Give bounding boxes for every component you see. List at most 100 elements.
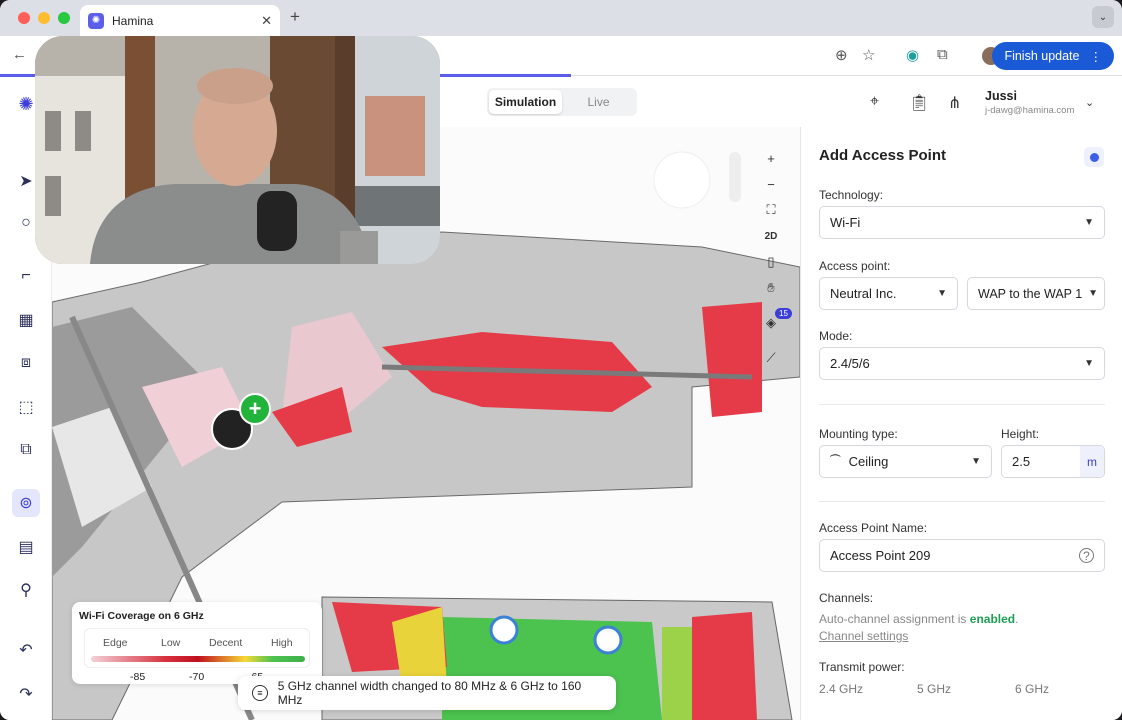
mode-select[interactable]: 2.4/5/6 ▼ bbox=[819, 347, 1105, 380]
panel-title: Add Access Point bbox=[819, 147, 946, 164]
tab-title: Hamina bbox=[112, 13, 154, 28]
add-access-point-panel: Add Access Point Technology: Wi-Fi ▼ Acce… bbox=[800, 127, 1122, 720]
webcam-presenter-image bbox=[35, 36, 440, 264]
vendor-select[interactable]: Neutral Inc. ▼ bbox=[819, 277, 958, 310]
legend-value-85: -85 bbox=[130, 671, 146, 683]
wall-tool-icon[interactable]: ⌐ bbox=[12, 262, 40, 290]
chevron-down-icon: ▼ bbox=[1088, 288, 1098, 299]
technology-label: Technology: bbox=[819, 188, 884, 202]
height-value: 2.5 bbox=[1012, 454, 1031, 469]
browser-window: ✺ Hamina ✕ + ⌄ ← ⊕ ☆ ◉ ⧉ Finish update ⋮… bbox=[0, 0, 1122, 720]
chevron-down-icon: ▼ bbox=[937, 288, 947, 299]
band-6: 6 GHz bbox=[1015, 682, 1050, 696]
auto-channel-status: Auto-channel assignment is enabled. bbox=[819, 612, 1018, 626]
fit-view-icon[interactable]: ⛶ bbox=[760, 199, 782, 221]
close-window-button[interactable] bbox=[18, 12, 30, 24]
extension-icon[interactable]: ◉ bbox=[906, 46, 919, 64]
share-icon[interactable]: ⋔ bbox=[948, 93, 961, 113]
paint-tool-icon[interactable]: ⌖ bbox=[870, 93, 879, 111]
auto-channel-text: Auto-channel assignment is bbox=[819, 612, 967, 626]
model-value: WAP to the WAP 1 bbox=[978, 286, 1083, 301]
survey-walk-icon[interactable]: ⚲ bbox=[12, 576, 40, 604]
clipboard-icon[interactable]: 📋︎ bbox=[909, 93, 929, 113]
divider bbox=[819, 404, 1105, 405]
view-mode-toggle[interactable]: 2D bbox=[760, 225, 782, 247]
chevron-down-icon: ▼ bbox=[971, 456, 981, 467]
region-select-icon[interactable]: ⬚ bbox=[12, 393, 40, 421]
height-input[interactable]: 2.5 m bbox=[1001, 445, 1105, 478]
legend-high: High bbox=[271, 637, 293, 649]
notification-toast: ≡ 5 GHz channel width changed to 80 MHz … bbox=[238, 676, 616, 710]
channel-settings-link[interactable]: Channel settings bbox=[819, 629, 908, 643]
ap-name-input[interactable]: Access Point 209? bbox=[819, 539, 1105, 572]
zoom-in-button[interactable]: + bbox=[760, 147, 782, 169]
legend-title: Wi-Fi Coverage on 6 GHz bbox=[79, 610, 204, 622]
channel-info-icon: ≡ bbox=[252, 685, 268, 701]
transmit-power-label: Transmit power: bbox=[819, 660, 905, 674]
pan-hand-icon[interactable]: ✋︎ bbox=[760, 277, 782, 299]
legend-box: Edge Low Decent High bbox=[84, 628, 310, 668]
browser-tab[interactable]: ✺ Hamina ✕ bbox=[80, 5, 280, 36]
hamina-logo-icon: ✺ bbox=[88, 12, 104, 29]
help-icon[interactable]: ? bbox=[1079, 548, 1094, 563]
mounting-value: Ceiling bbox=[848, 454, 889, 469]
toast-message: 5 GHz channel width changed to 80 MHz & … bbox=[277, 679, 582, 707]
layers-count-badge: 15 bbox=[775, 308, 792, 319]
mode-value: 2.4/5/6 bbox=[830, 356, 870, 371]
chevron-down-icon: ▼ bbox=[1084, 358, 1094, 369]
zoom-out-button[interactable]: − bbox=[760, 173, 782, 195]
height-label: Height: bbox=[1001, 427, 1040, 441]
finish-update-button[interactable]: Finish update ⋮ bbox=[992, 42, 1114, 70]
zoom-icon[interactable]: ⊕ bbox=[835, 46, 848, 64]
band-2-4: 2.4 GHz bbox=[819, 682, 864, 696]
tab-simulation[interactable]: Simulation bbox=[489, 90, 562, 114]
legend-value-70: -70 bbox=[189, 671, 205, 683]
more-menu-icon[interactable]: ⋮ bbox=[1090, 49, 1103, 64]
bookmark-star-icon[interactable]: ☆ bbox=[862, 46, 875, 64]
user-name[interactable]: Jussi bbox=[985, 89, 1017, 103]
ceiling-mount-icon: ⏜ bbox=[830, 455, 841, 467]
user-email: j-dawg@hamina.com bbox=[985, 105, 1075, 116]
legend-gradient bbox=[91, 656, 305, 662]
tab-search-icon[interactable]: ⌄ bbox=[1092, 6, 1114, 28]
redo-icon[interactable]: ↷ bbox=[12, 680, 40, 708]
new-tab-icon[interactable]: + bbox=[290, 7, 300, 27]
model-select[interactable]: WAP to the WAP 1 ▼ bbox=[967, 277, 1105, 310]
mode-label: Mode: bbox=[819, 329, 853, 343]
mouse-mode-icon[interactable]: ▯ bbox=[760, 251, 782, 273]
tab-live[interactable]: Live bbox=[562, 90, 635, 114]
technology-value: Wi-Fi bbox=[830, 215, 861, 230]
height-unit: m bbox=[1080, 446, 1104, 477]
mounting-type-label: Mounting type: bbox=[819, 427, 898, 441]
maximize-window-button[interactable] bbox=[58, 12, 70, 24]
access-point-tool-icon[interactable]: ⊚ bbox=[12, 489, 40, 517]
ap-name-label: Access Point Name: bbox=[819, 521, 928, 535]
band-5: 5 GHz bbox=[917, 682, 952, 696]
legend-low: Low bbox=[161, 637, 181, 649]
user-menu-chevron-icon[interactable]: ⌄ bbox=[1085, 96, 1094, 109]
app-topbar: Simulation Live ⌖ 📋︎ ⋔ Jussi j-dawg@hami… bbox=[440, 77, 1122, 127]
technology-select[interactable]: Wi-Fi ▼ bbox=[819, 206, 1105, 239]
undo-icon[interactable]: ↶ bbox=[12, 636, 40, 664]
copy-floor-icon[interactable]: ⧉ bbox=[12, 436, 40, 464]
coverage-legend: Wi-Fi Coverage on 6 GHz Edge Low Decent … bbox=[72, 602, 322, 684]
legend-edge: Edge bbox=[103, 637, 128, 649]
mode-switch[interactable]: Simulation Live bbox=[487, 88, 637, 116]
access-point-label: Access point: bbox=[819, 259, 891, 273]
finish-update-label: Finish update bbox=[1004, 49, 1080, 63]
mounting-type-select[interactable]: ⏜ Ceiling ▼ bbox=[819, 445, 992, 478]
minimize-window-button[interactable] bbox=[38, 12, 50, 24]
report-icon[interactable]: ▤ bbox=[12, 533, 40, 561]
area-tool-icon[interactable]: ⧈ bbox=[12, 349, 40, 377]
ap-name-value: Access Point 209 bbox=[830, 548, 931, 563]
back-icon[interactable]: ← bbox=[12, 46, 27, 63]
auto-channel-period: . bbox=[1015, 612, 1019, 626]
extensions-puzzle-icon[interactable]: ⧉ bbox=[937, 46, 948, 63]
floor-plan-icon[interactable]: ▦ bbox=[12, 306, 40, 334]
measure-icon[interactable]: ⟋ bbox=[760, 347, 782, 369]
legend-decent: Decent bbox=[209, 637, 243, 649]
divider bbox=[819, 501, 1105, 502]
close-tab-icon[interactable]: ✕ bbox=[261, 13, 272, 29]
vendor-value: Neutral Inc. bbox=[830, 286, 897, 301]
ap-color-indicator[interactable] bbox=[1084, 147, 1104, 167]
